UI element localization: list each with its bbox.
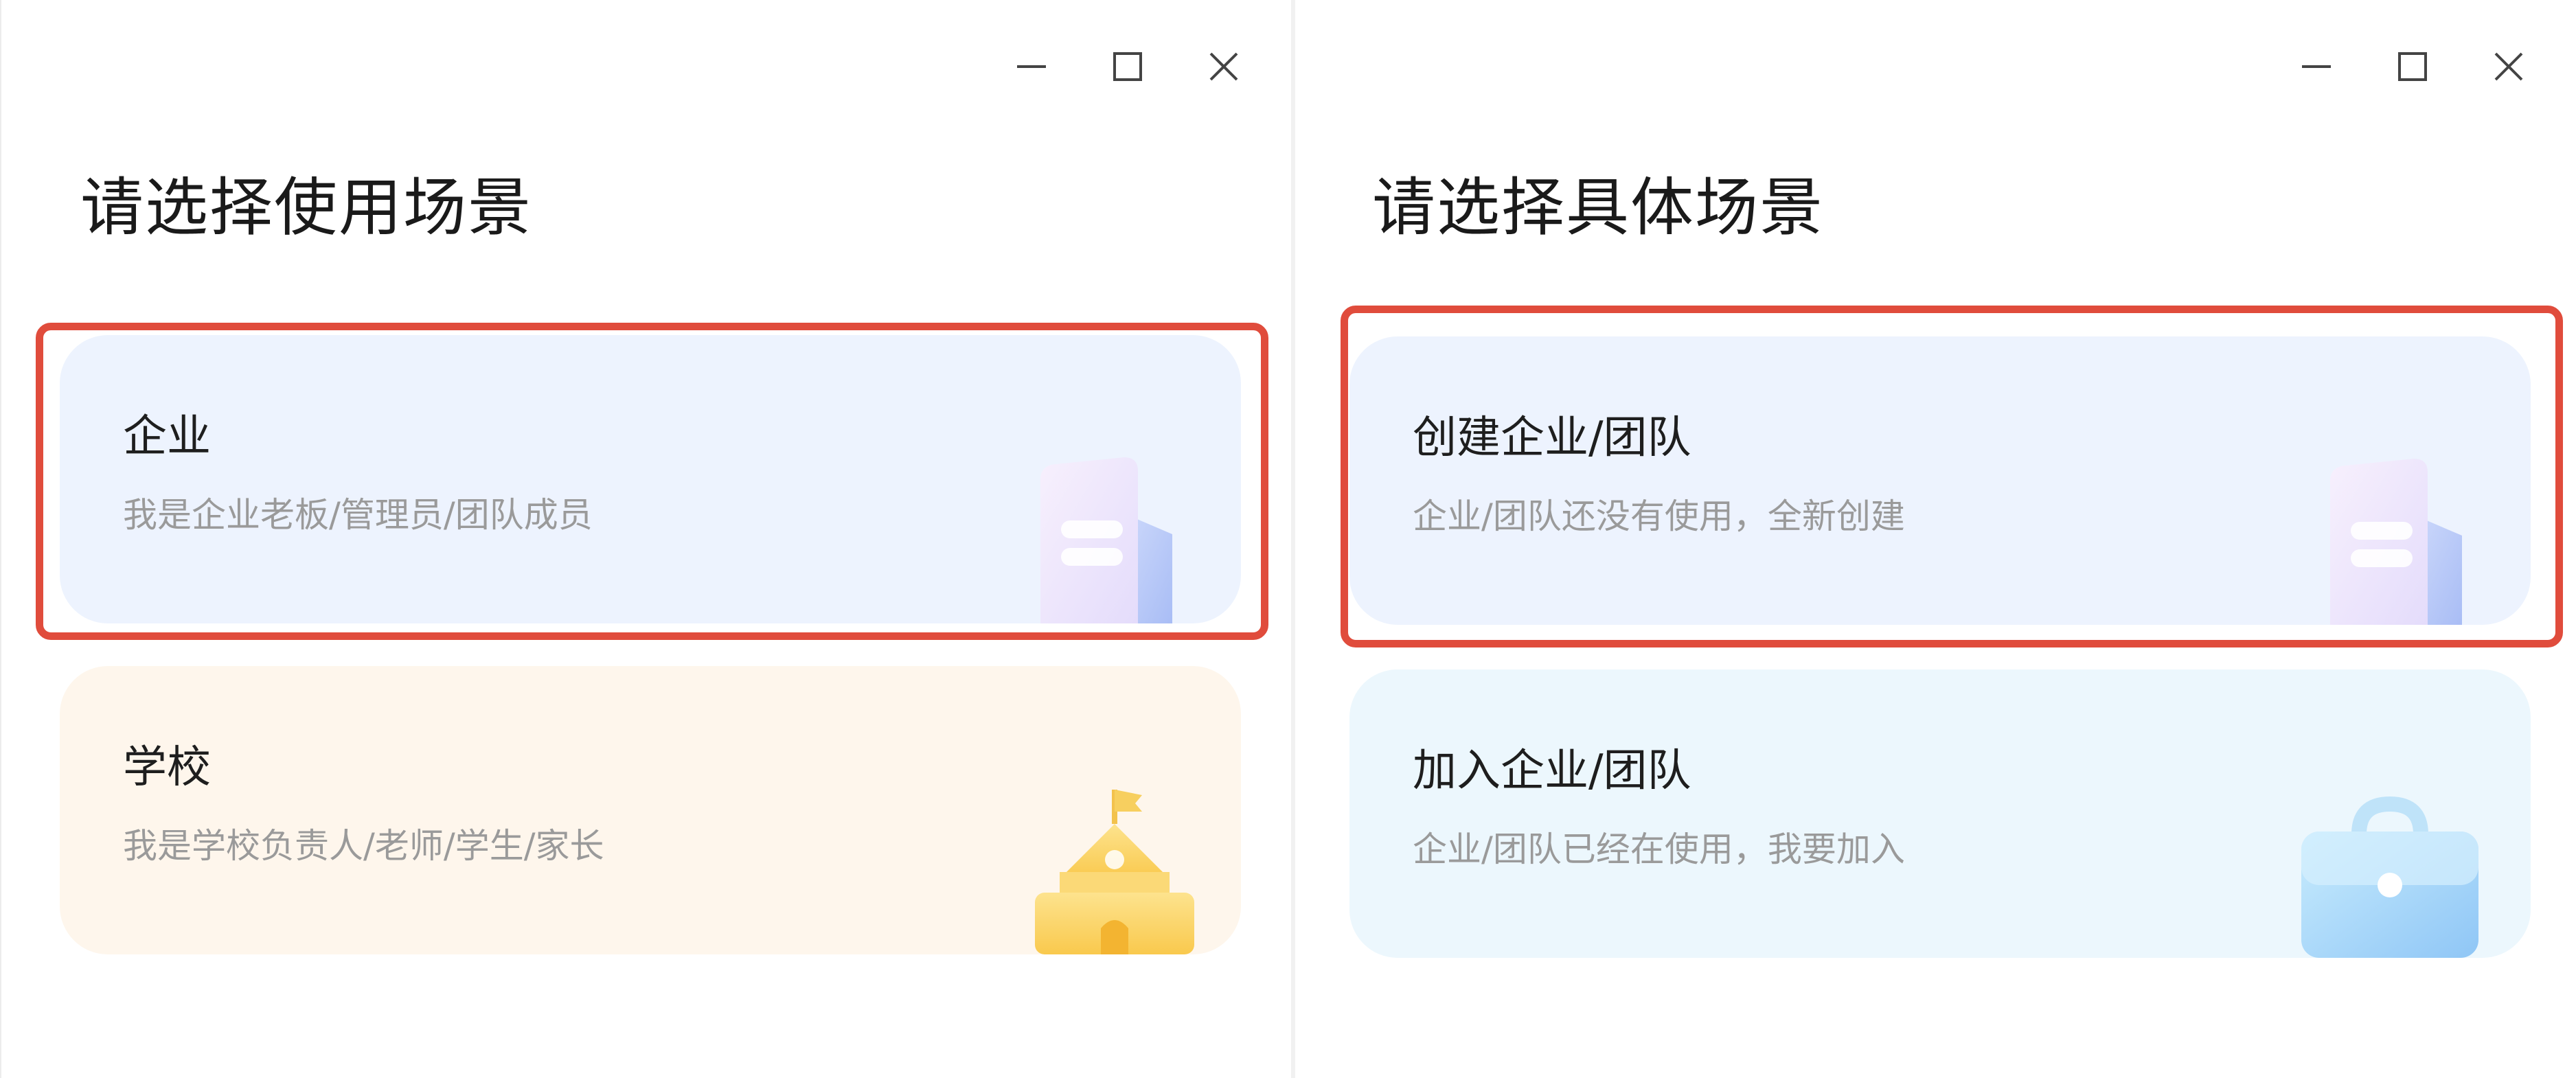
scene-card-create-team[interactable]: 创建企业/团队 企业/团队还没有使用，全新创建 — [1349, 336, 2531, 625]
maximize-icon — [2398, 52, 2427, 81]
card-description: 企业/团队已经在使用，我要加入 — [1413, 829, 1905, 869]
minimize-icon — [1017, 65, 1046, 68]
card-title: 加入企业/团队 — [1413, 746, 1691, 796]
scene-detail-window: 请选择具体场景 创建企业/团队 企业/团队还没有使用，全新创建 加入企业/团队 — [1295, 0, 2576, 1078]
card-title: 企业 — [123, 411, 211, 462]
window-controls — [983, 47, 1272, 87]
window-controls — [2268, 47, 2557, 87]
page-title: 请选择使用场景 — [80, 171, 533, 244]
scene-card-join-team[interactable]: 加入企业/团队 企业/团队已经在使用，我要加入 — [1349, 669, 2531, 958]
card-description: 企业/团队还没有使用，全新创建 — [1413, 496, 1905, 536]
scene-card-enterprise[interactable]: 企业 我是企业老板/管理员/团队成员 — [60, 335, 1241, 623]
minimize-icon — [2302, 65, 2331, 68]
card-title: 创建企业/团队 — [1413, 413, 1691, 463]
scene-select-window: 请选择使用场景 企业 我是企业老板/管理员/团队成员 学校 我是学校负责人/老师… — [0, 0, 1291, 1078]
maximize-icon — [1113, 52, 1142, 81]
minimize-button[interactable] — [2268, 47, 2364, 87]
school-icon — [1035, 790, 1194, 954]
maximize-button[interactable] — [1080, 47, 1176, 87]
maximize-button[interactable] — [2364, 47, 2461, 87]
building-icon — [2330, 459, 2462, 625]
page-title: 请选择具体场景 — [1372, 171, 1825, 244]
close-button[interactable] — [2461, 47, 2557, 87]
close-icon — [1209, 52, 1238, 81]
close-button[interactable] — [1176, 47, 1272, 87]
briefcase-icon — [2301, 796, 2478, 958]
building-icon — [1040, 457, 1172, 623]
card-description: 我是企业老板/管理员/团队成员 — [123, 495, 593, 535]
card-description: 我是学校负责人/老师/学生/家长 — [123, 826, 604, 866]
close-icon — [2494, 52, 2523, 81]
minimize-button[interactable] — [983, 47, 1080, 87]
scene-card-school[interactable]: 学校 我是学校负责人/老师/学生/家长 — [60, 666, 1241, 954]
card-title: 学校 — [123, 742, 211, 793]
